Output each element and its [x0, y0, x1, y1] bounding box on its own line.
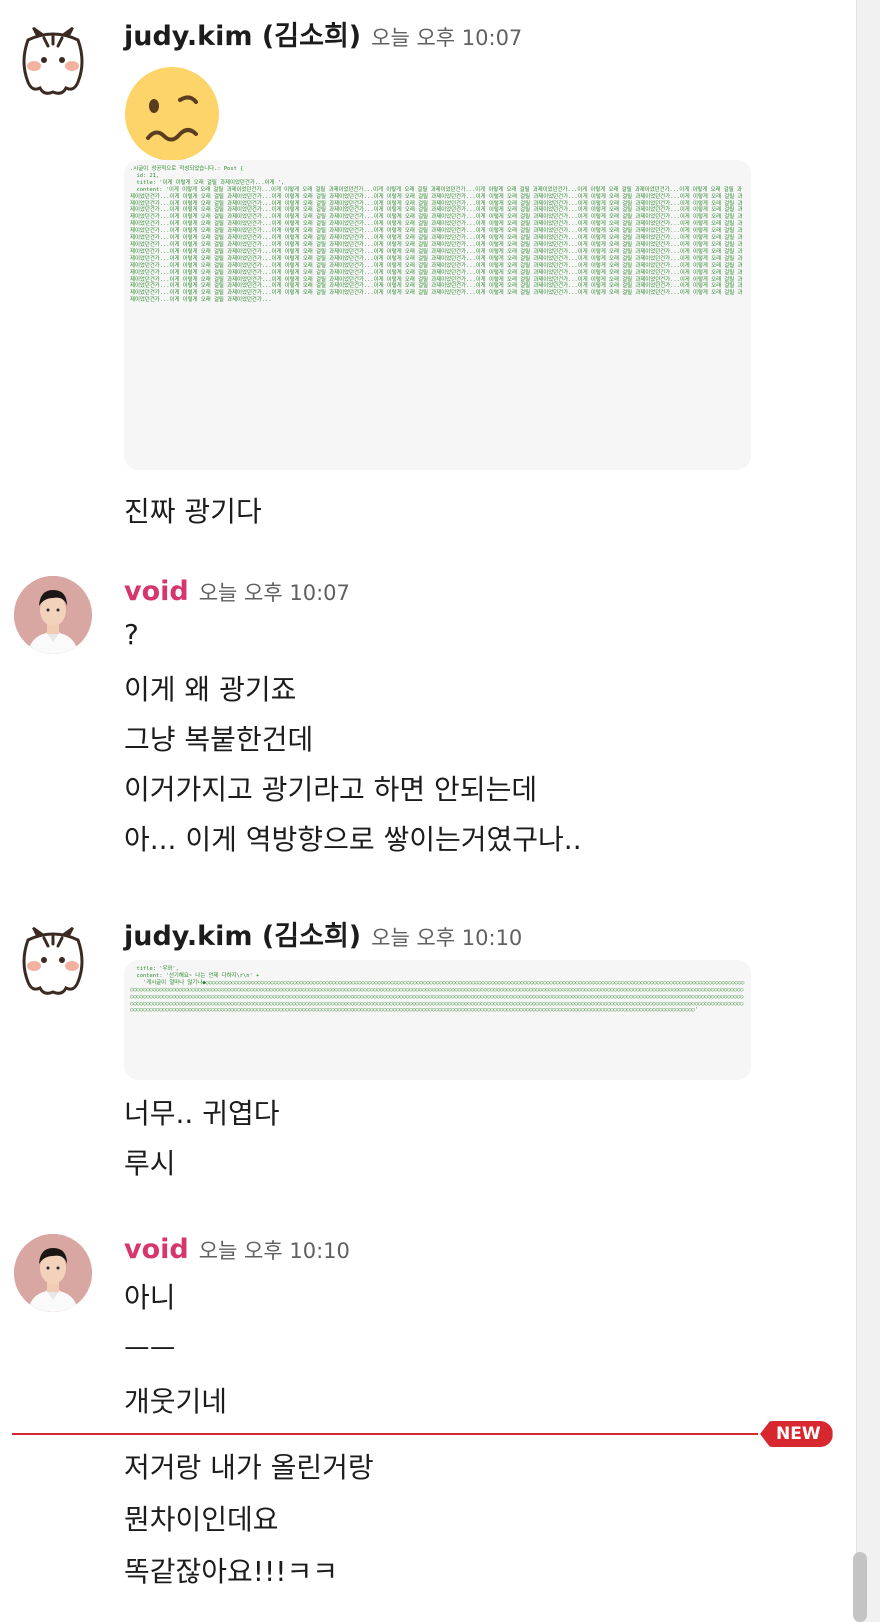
- message-header: void 오늘 오후 10:10: [124, 1234, 350, 1274]
- message-text: ?: [124, 618, 139, 651]
- cat-avatar[interactable]: [14, 922, 92, 1000]
- message-header: void 오늘 오후 10:07: [124, 576, 350, 616]
- woozy-face-emoji-icon: [124, 66, 220, 162]
- message-text: 그냥 복붙한건데: [124, 723, 314, 756]
- message-header: judy.kim (김소희) 오늘 오후 10:07: [124, 14, 522, 54]
- timestamp[interactable]: 오늘 오후 10:07: [199, 581, 350, 605]
- message-group: void 오늘 오후 10:10 아니 ㅡㅡ 개웃기네 저거랑 내가 올린거랑 뭔…: [0, 1234, 856, 1622]
- code-screenshot-text: title: '우와', content: '선기해요~ 나는 언제 다하지\r…: [130, 966, 745, 1014]
- timestamp[interactable]: 오늘 오후 10:10: [371, 926, 522, 950]
- timestamp[interactable]: 오늘 오후 10:10: [199, 1239, 350, 1263]
- message-text: ㅡㅡ: [124, 1333, 176, 1366]
- sender-name[interactable]: judy.kim (김소희): [124, 921, 361, 952]
- code-screenshot-text: .시글이 성공적으로 작성되었습니다.: Post { id: 21, titl…: [130, 166, 743, 304]
- scrollbar-thumb[interactable]: [853, 1552, 867, 1622]
- message-group: judy.kim (김소희) 오늘 오후 10:07 .시글이 성공적으로 작성되…: [0, 14, 856, 534]
- void-avatar[interactable]: [14, 576, 92, 654]
- message-text: 뭔차이인데요: [124, 1503, 279, 1536]
- void-avatar[interactable]: [14, 1234, 92, 1312]
- code-screenshot-image[interactable]: .시글이 성공적으로 작성되었습니다.: Post { id: 21, titl…: [124, 160, 751, 470]
- message-text: 아... 이게 역방향으로 쌓이는거였구나..: [124, 823, 582, 856]
- message-text: 진짜 광기다: [124, 495, 262, 528]
- message-text: 이게 왜 광기죠: [124, 673, 297, 706]
- timestamp[interactable]: 오늘 오후 10:07: [371, 26, 522, 50]
- message-text: 너무.. 귀엽다: [124, 1097, 280, 1130]
- sender-name[interactable]: void: [124, 1234, 189, 1265]
- new-messages-divider: [12, 1433, 758, 1435]
- message-text: 똑같잖아요!!!ㅋㅋ: [124, 1555, 338, 1588]
- message-text: 저거랑 내가 올린거랑: [124, 1451, 374, 1484]
- sender-name[interactable]: void: [124, 576, 189, 607]
- message-text: 이거가지고 광기라고 하면 안되는데: [124, 773, 538, 806]
- message-text: 아니: [124, 1281, 176, 1314]
- message-group: void 오늘 오후 10:07 ? 이게 왜 광기죠 그냥 복붙한건데 이거가지…: [0, 576, 856, 876]
- message-group: judy.kim (김소희) 오늘 오후 10:10 title: '우와', c…: [0, 914, 856, 1194]
- code-screenshot-image[interactable]: title: '우와', content: '선기해요~ 나는 언제 다하지\r…: [124, 960, 751, 1080]
- message-text: 개웃기네: [124, 1385, 228, 1418]
- message-header: judy.kim (김소희) 오늘 오후 10:10: [124, 914, 522, 954]
- scrollbar-track[interactable]: [856, 0, 880, 1622]
- sender-name[interactable]: judy.kim (김소희): [124, 21, 361, 52]
- new-messages-badge[interactable]: NEW: [760, 1421, 833, 1447]
- message-list: judy.kim (김소희) 오늘 오후 10:07 .시글이 성공적으로 작성되…: [0, 0, 856, 1622]
- cat-avatar[interactable]: [14, 22, 92, 100]
- message-text: 루시: [124, 1147, 176, 1180]
